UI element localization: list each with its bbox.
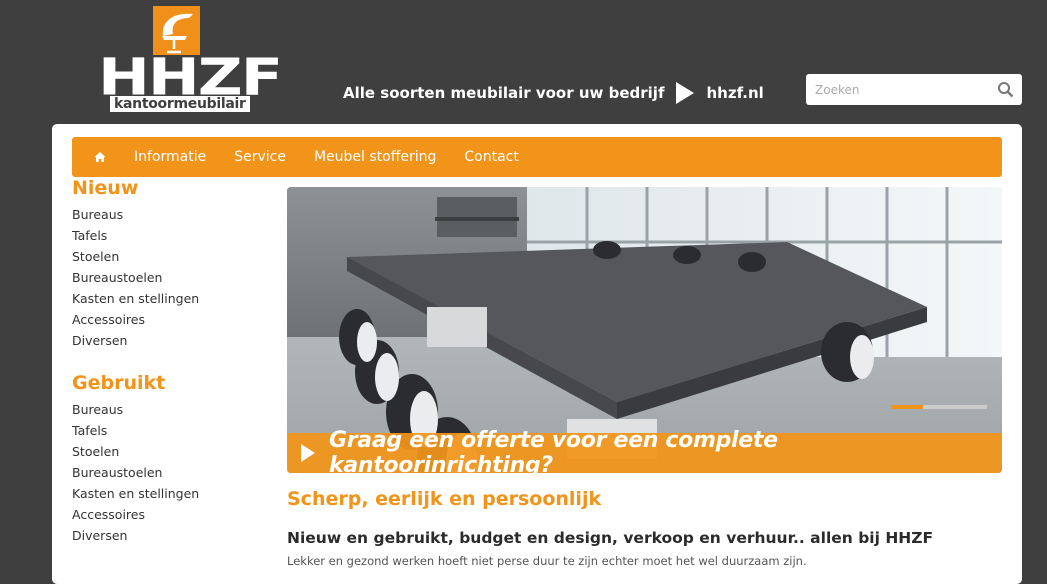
content-intro: Lekker en gezond werken hoeft niet perse… xyxy=(287,554,807,568)
slider-indicator[interactable] xyxy=(891,405,987,409)
nav-informatie[interactable]: Informatie xyxy=(134,149,206,165)
home-icon[interactable] xyxy=(86,137,114,177)
sidebar-item-tafels[interactable]: Tafels xyxy=(72,420,199,441)
sidebar-item-kasten[interactable]: Kasten en stellingen xyxy=(72,288,199,309)
content-panel: Informatie Service Meubel stoffering Con… xyxy=(52,124,1022,584)
nav-service[interactable]: Service xyxy=(234,149,286,165)
slider-indicator-fill xyxy=(891,405,923,409)
hero-banner[interactable]: Graag een offerte voor een complete kant… xyxy=(287,187,1002,473)
search-icon[interactable] xyxy=(997,81,1014,98)
banner-caption: Graag een offerte voor een complete kant… xyxy=(329,428,778,473)
sidebar-item-diversen[interactable]: Diversen xyxy=(72,330,199,351)
sidebar-list-nieuw: Bureaus Tafels Stoelen Bureaustoelen Kas… xyxy=(72,204,199,351)
sidebar-item-stoelen[interactable]: Stoelen xyxy=(72,246,199,267)
sidebar-heading-gebruikt: Gebruikt xyxy=(72,372,166,394)
sidebar-heading-nieuw: Nieuw xyxy=(72,177,139,199)
banner-caption-bar[interactable]: Graag een offerte voor een complete kant… xyxy=(287,428,1002,473)
content-subheading: Nieuw en gebruikt, budget en design, ver… xyxy=(287,529,934,547)
tagline-text: Alle soorten meubilair voor uw bedrijf xyxy=(343,84,665,102)
sidebar-item-bureaus[interactable]: Bureaus xyxy=(72,204,199,225)
sidebar-item-stoelen[interactable]: Stoelen xyxy=(72,441,199,462)
sidebar-item-kasten[interactable]: Kasten en stellingen xyxy=(72,483,199,504)
nav-contact[interactable]: Contact xyxy=(464,149,518,165)
play-arrow-icon xyxy=(676,82,695,104)
play-arrow-icon xyxy=(301,444,315,462)
sidebar-item-tafels[interactable]: Tafels xyxy=(72,225,199,246)
header-tagline: Alle soorten meubilair voor uw bedrijf h… xyxy=(343,82,764,104)
sidebar-item-accessoires[interactable]: Accessoires xyxy=(72,504,199,525)
search-box xyxy=(806,74,1022,105)
sidebar-item-diversen[interactable]: Diversen xyxy=(72,525,199,546)
nav-meubel-stoffering[interactable]: Meubel stoffering xyxy=(314,149,436,165)
tagline-domain: hhzf.nl xyxy=(706,84,764,102)
sidebar-list-gebruikt: Bureaus Tafels Stoelen Bureaustoelen Kas… xyxy=(72,399,199,546)
sidebar-item-bureaustoelen[interactable]: Bureaustoelen xyxy=(72,267,199,288)
content-heading: Scherp, eerlijk en persoonlijk xyxy=(287,488,602,510)
sidebar-item-bureaus[interactable]: Bureaus xyxy=(72,399,199,420)
logo-subtitle: kantoormeubilair xyxy=(110,96,250,112)
sidebar-item-bureaustoelen[interactable]: Bureaustoelen xyxy=(72,462,199,483)
search-input[interactable] xyxy=(806,74,995,105)
site-logo[interactable]: HHZF kantoormeubilair xyxy=(98,6,294,114)
main-nav: Informatie Service Meubel stoffering Con… xyxy=(72,137,1002,177)
sidebar-item-accessoires[interactable]: Accessoires xyxy=(72,309,199,330)
